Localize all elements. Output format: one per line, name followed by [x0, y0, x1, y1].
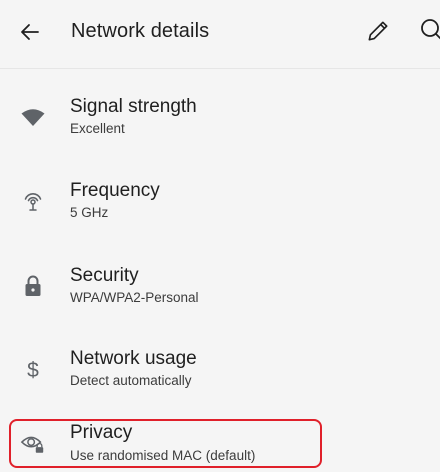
privacy-eye-lock-icon	[20, 430, 46, 456]
dollar-icon: $	[20, 356, 46, 382]
security-value: WPA/WPA2-Personal	[70, 290, 199, 305]
frequency-label: Frequency	[70, 180, 160, 201]
network-usage-label: Network usage	[70, 348, 197, 369]
privacy-value: Use randomised MAC (default)	[70, 448, 256, 463]
signal-strength-value: Excellent	[70, 121, 125, 136]
lock-icon	[20, 273, 46, 299]
frequency-value: 5 GHz	[70, 205, 109, 220]
svg-text:$: $	[27, 359, 39, 382]
app-bar: Network details	[0, 0, 440, 64]
security-label: Security	[70, 265, 139, 286]
page-title: Network details	[71, 20, 210, 42]
signal-strength-label: Signal strength	[70, 96, 197, 117]
divider	[0, 68, 440, 69]
network-usage-item[interactable]: $ Network usage Detect automatically	[0, 338, 440, 420]
frequency-item[interactable]: Frequency 5 GHz	[0, 170, 440, 252]
signal-strength-item[interactable]: Signal strength Excellent	[0, 86, 440, 168]
search-icon[interactable]	[418, 17, 440, 45]
wifi-signal-icon	[20, 104, 46, 130]
privacy-label: Privacy	[70, 422, 133, 443]
network-usage-value: Detect automatically	[70, 373, 192, 388]
arrow-left-icon[interactable]	[16, 18, 44, 46]
frequency-antenna-icon	[20, 188, 46, 214]
privacy-item[interactable]: Privacy Use randomised MAC (default)	[0, 420, 440, 470]
pencil-icon[interactable]	[364, 17, 392, 45]
network-details-screen: Network details Signal strength Excellen…	[0, 0, 440, 472]
security-item[interactable]: Security WPA/WPA2-Personal	[0, 255, 440, 337]
